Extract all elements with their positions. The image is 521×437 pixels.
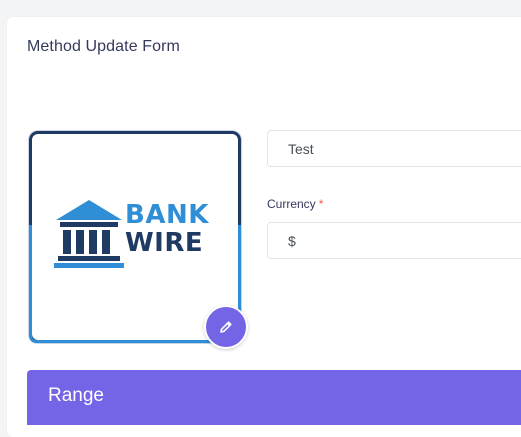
bank-building-icon — [54, 200, 124, 268]
bank-wire-logo: BANK WIRE — [54, 198, 214, 272]
method-name-input[interactable]: Test — [267, 130, 521, 167]
logo-text-bank: BANK — [125, 200, 209, 230]
method-update-card: Method Update Form BANK WIRE Test Curren… — [7, 17, 521, 437]
range-section-header: Range — [27, 370, 521, 425]
required-marker: * — [318, 197, 324, 211]
range-title: Range — [48, 385, 104, 406]
logo-text-wire: WIRE — [125, 228, 204, 258]
edit-image-button[interactable] — [204, 305, 248, 349]
currency-input[interactable]: $ — [267, 222, 521, 259]
currency-label-text: Currency — [267, 197, 316, 211]
form-title: Method Update Form — [27, 38, 180, 55]
pencil-icon — [220, 321, 232, 333]
currency-label: Currency * — [267, 197, 323, 211]
